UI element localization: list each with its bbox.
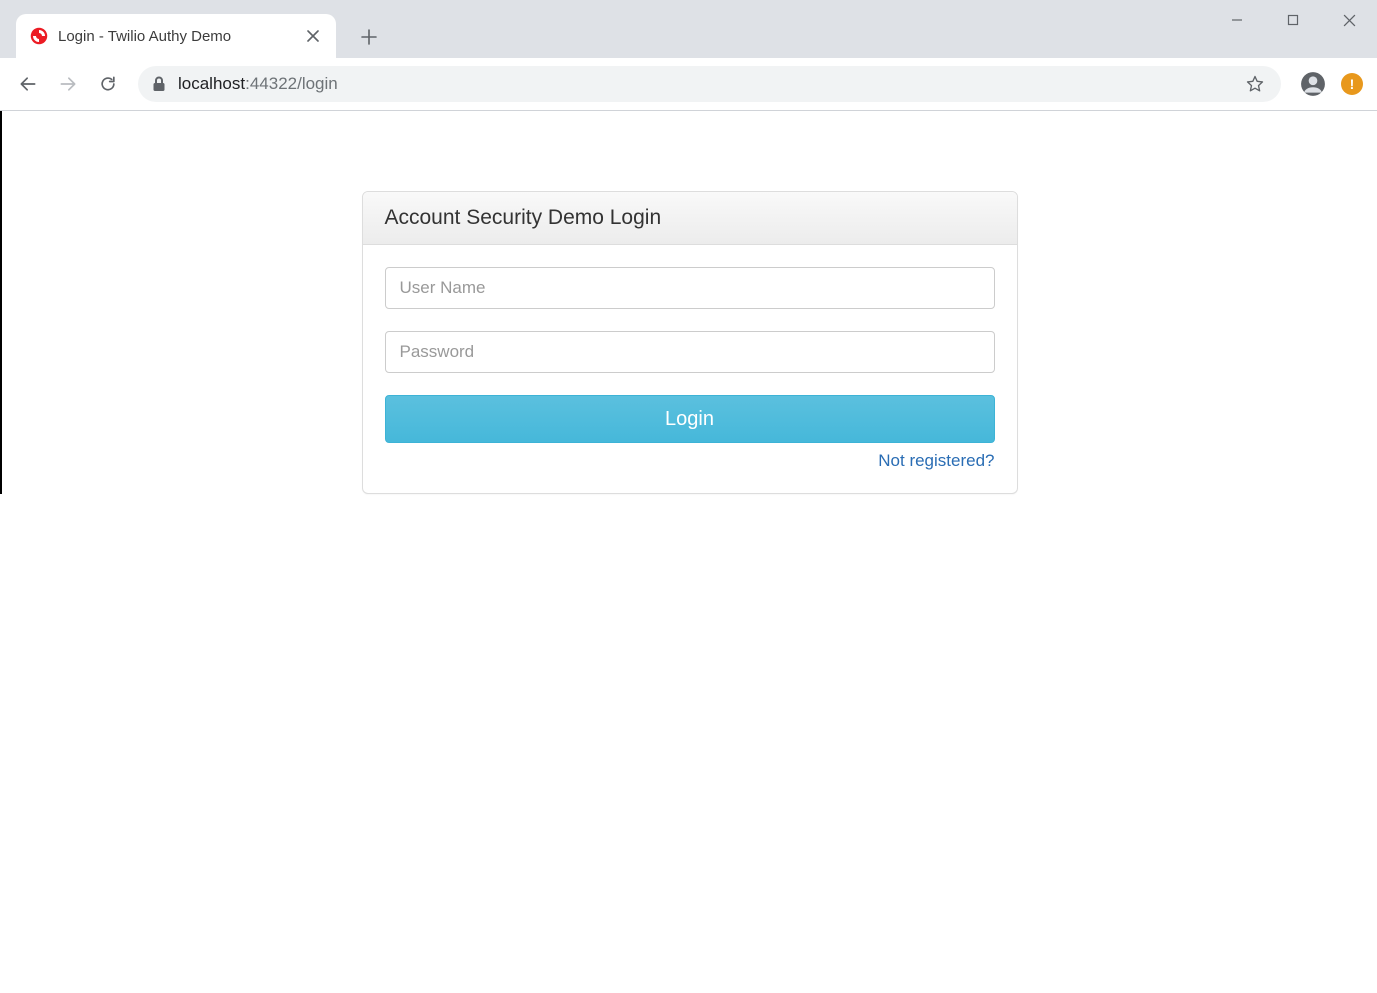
bookmark-star-icon[interactable]	[1241, 70, 1269, 98]
back-button[interactable]	[10, 66, 46, 102]
url-host: localhost	[178, 74, 245, 93]
tab-title: Login - Twilio Authy Demo	[58, 28, 302, 45]
browser-chrome: Login - Twilio Authy Demo	[0, 0, 1377, 111]
browser-alert-icon[interactable]: !	[1341, 73, 1363, 95]
window-minimize-button[interactable]	[1209, 0, 1265, 40]
login-button[interactable]: Login	[385, 395, 995, 443]
forward-button[interactable]	[50, 66, 86, 102]
login-panel: Account Security Demo Login Login Not re…	[362, 191, 1018, 494]
url-rest: :44322/login	[245, 74, 338, 93]
panel-title: Account Security Demo Login	[363, 192, 1017, 245]
tab-close-icon[interactable]	[302, 25, 324, 47]
profile-avatar-icon[interactable]	[1299, 70, 1327, 98]
address-bar[interactable]: localhost:44322/login	[138, 66, 1281, 102]
url-text: localhost:44322/login	[178, 74, 338, 94]
reload-button[interactable]	[90, 66, 126, 102]
panel-body: Login Not registered?	[363, 245, 1017, 493]
window-controls	[1209, 0, 1377, 40]
not-registered-link[interactable]: Not registered?	[385, 451, 995, 471]
browser-toolbar: localhost:44322/login !	[0, 58, 1377, 110]
page-viewport: Account Security Demo Login Login Not re…	[0, 111, 1377, 494]
username-input[interactable]	[385, 267, 995, 309]
password-input[interactable]	[385, 331, 995, 373]
window-close-button[interactable]	[1321, 0, 1377, 40]
lock-icon	[150, 75, 168, 93]
browser-titlebar: Login - Twilio Authy Demo	[0, 0, 1377, 58]
authy-favicon-icon	[30, 27, 48, 45]
browser-tab[interactable]: Login - Twilio Authy Demo	[16, 14, 336, 58]
new-tab-button[interactable]	[354, 22, 384, 52]
window-maximize-button[interactable]	[1265, 0, 1321, 40]
